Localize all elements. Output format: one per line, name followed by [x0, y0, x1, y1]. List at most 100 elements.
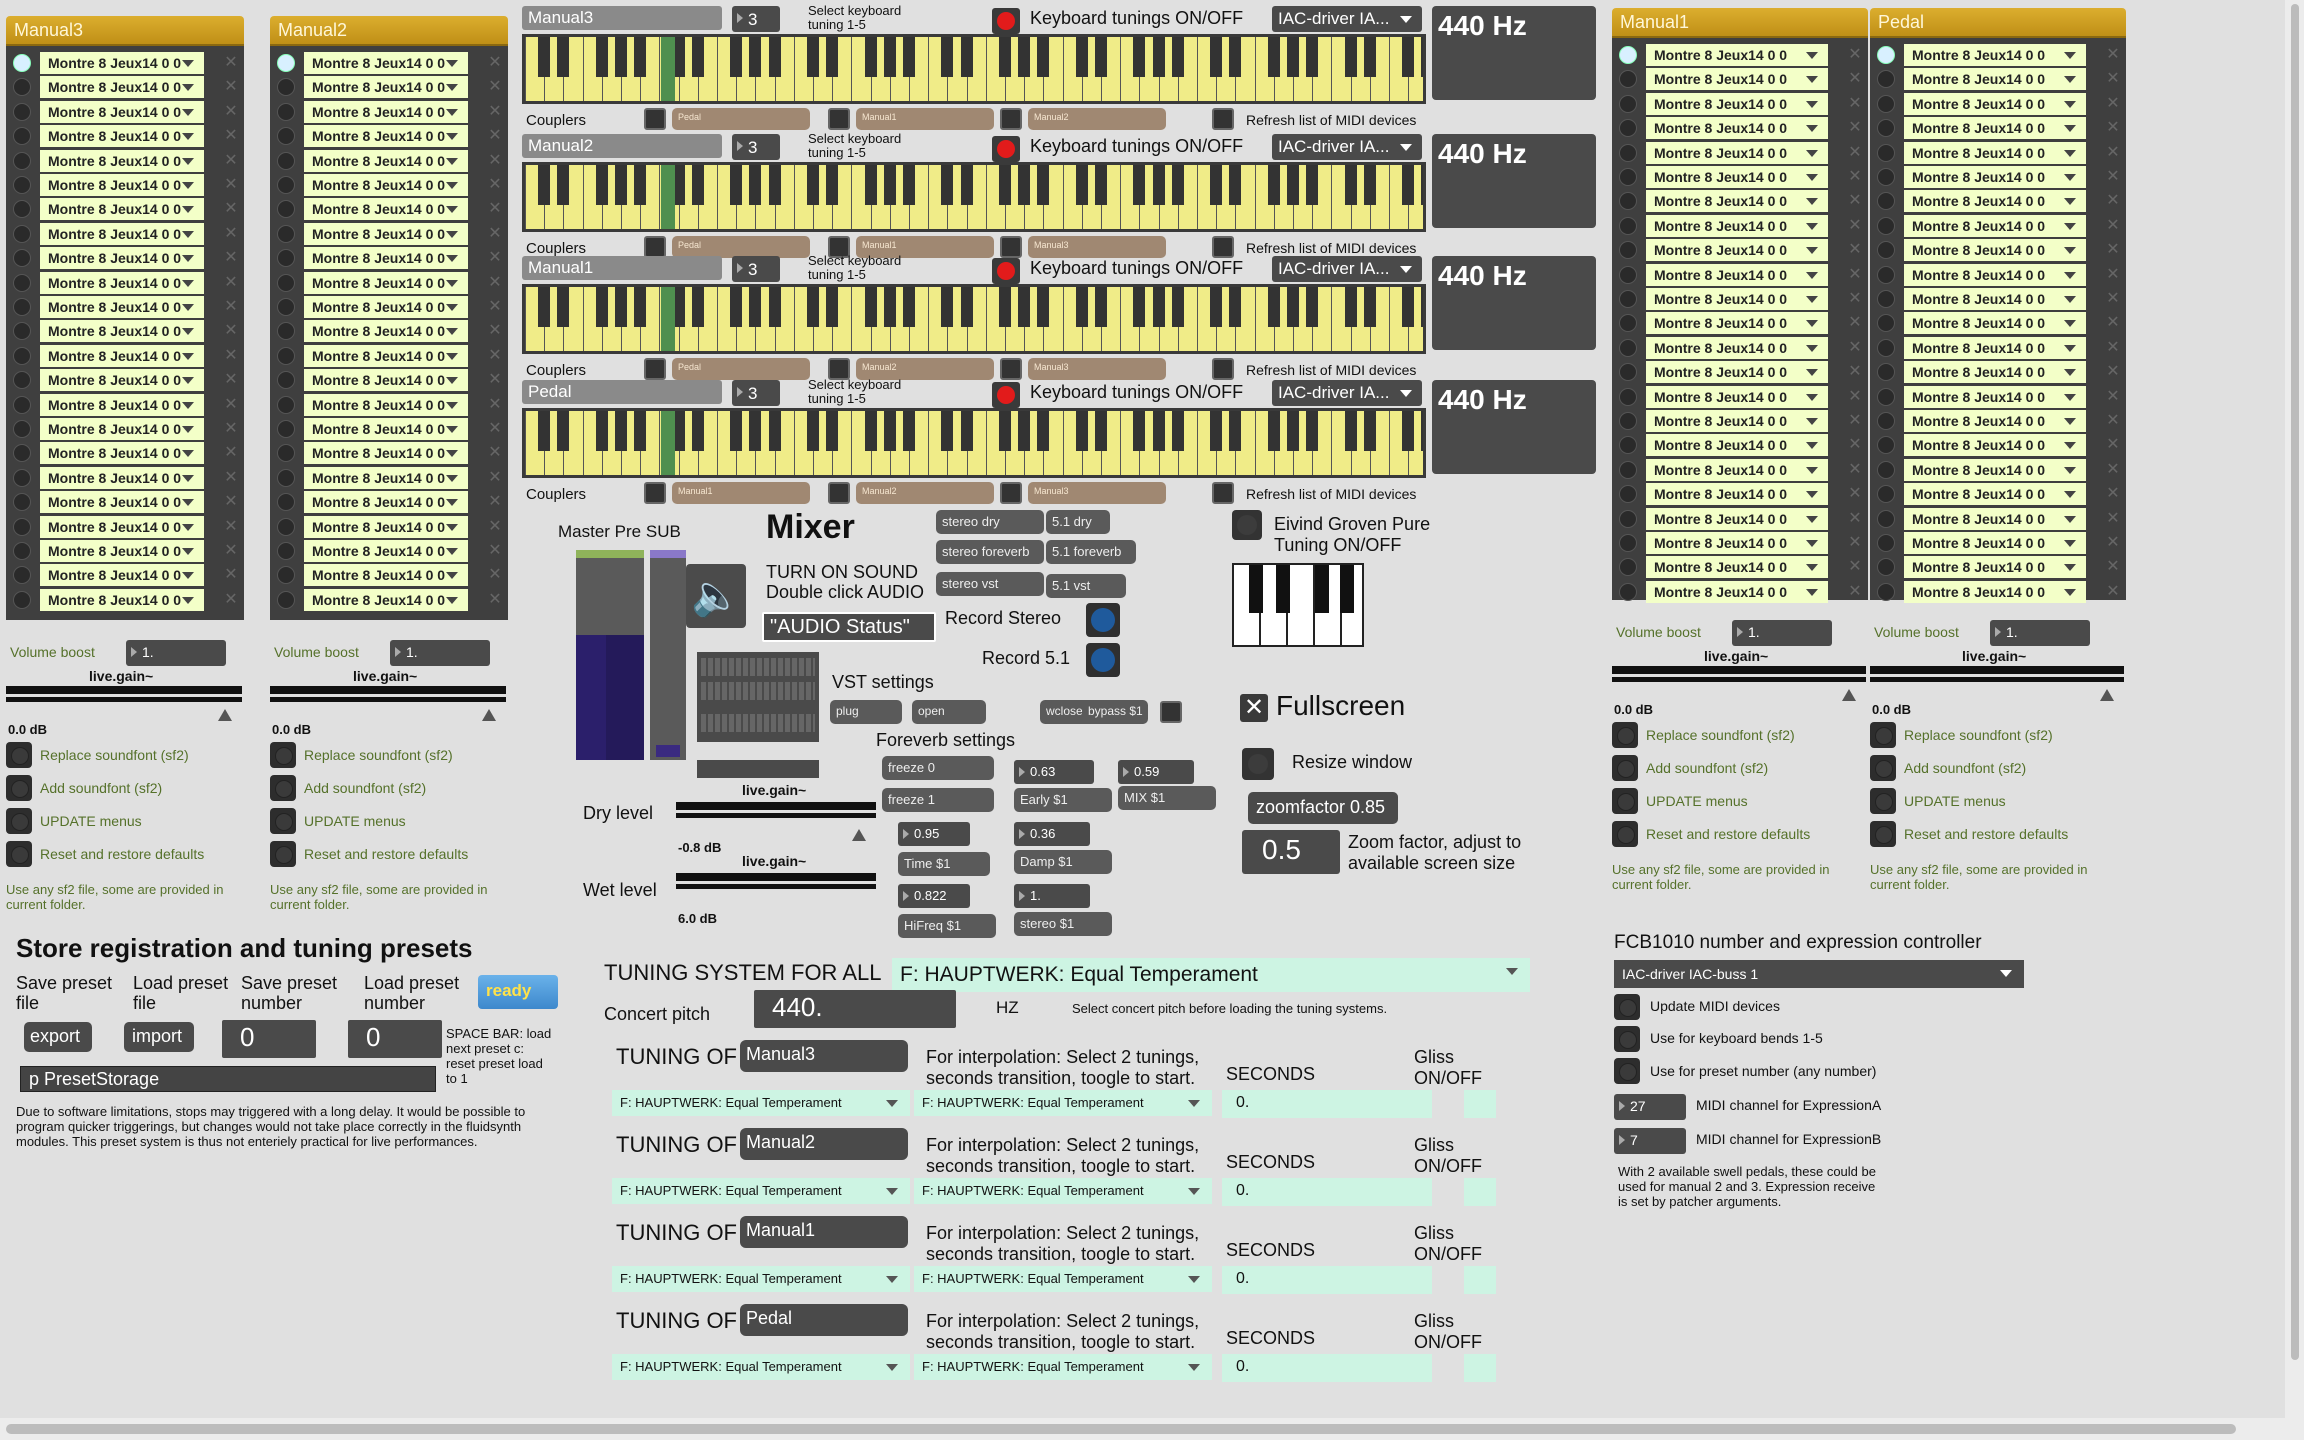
foreverb-value[interactable]: 1. — [1014, 884, 1090, 908]
close-icon[interactable]: ✕ — [222, 199, 240, 219]
close-icon[interactable]: ✕ — [486, 370, 504, 390]
preset-number-toggle[interactable] — [1614, 1058, 1640, 1084]
action-toggle[interactable] — [6, 742, 32, 768]
stop-dropdown[interactable]: Montre 8 Jeux14 0 0 — [1904, 239, 2086, 262]
stop-dropdown[interactable]: Montre 8 Jeux14 0 0 — [304, 247, 468, 270]
keyboard[interactable] — [522, 162, 1426, 232]
action-toggle[interactable] — [270, 841, 296, 867]
keyboard[interactable] — [522, 284, 1426, 354]
stop-dropdown[interactable]: Montre 8 Jeux14 0 0 — [304, 515, 468, 538]
stop-dropdown[interactable]: Montre 8 Jeux14 0 0 — [40, 247, 204, 270]
close-icon[interactable]: ✕ — [222, 395, 240, 415]
volume-boost-number[interactable]: 1. — [1990, 620, 2090, 646]
coupler-toggle[interactable] — [1000, 236, 1022, 258]
coupler-toggle[interactable] — [1000, 108, 1022, 130]
routing-button[interactable]: stereo vst — [936, 572, 1044, 596]
refresh-midi-toggle[interactable] — [1212, 236, 1234, 258]
stop-toggle[interactable] — [277, 566, 295, 585]
foreverb-value[interactable]: 0.95 — [898, 822, 970, 846]
close-icon[interactable]: ✕ — [486, 492, 504, 512]
stop-dropdown[interactable]: Montre 8 Jeux14 0 0 — [1904, 214, 2086, 237]
close-icon[interactable]: ✕ — [222, 248, 240, 268]
tuning-b-dropdown[interactable]: F: HAUPTWERK: Equal Temperament — [914, 1178, 1212, 1204]
stop-dropdown[interactable]: Montre 8 Jeux14 0 0 — [304, 344, 468, 367]
stop-dropdown[interactable]: Montre 8 Jeux14 0 0 — [304, 125, 468, 148]
stop-toggle[interactable] — [1877, 46, 1895, 64]
close-icon[interactable]: ✕ — [2104, 411, 2122, 431]
update-midi-toggle[interactable] — [1614, 994, 1640, 1020]
stop-toggle[interactable] — [1877, 509, 1895, 528]
stop-dropdown[interactable]: Montre 8 Jeux14 0 0 — [40, 418, 204, 440]
action-toggle[interactable] — [270, 808, 296, 834]
foreverb-value[interactable]: 0.59 — [1118, 760, 1194, 784]
stop-toggle[interactable] — [277, 127, 295, 146]
coupler-button[interactable]: Pedal — [672, 108, 810, 130]
close-icon[interactable]: ✕ — [2104, 191, 2122, 211]
stop-toggle[interactable] — [13, 346, 31, 365]
stop-toggle[interactable] — [277, 298, 295, 316]
coupler-toggle[interactable] — [828, 108, 850, 130]
stop-dropdown[interactable]: Montre 8 Jeux14 0 0 — [1904, 336, 2086, 359]
coupler-toggle[interactable] — [644, 108, 666, 130]
foreverb-button[interactable]: HiFreq $1 — [898, 914, 996, 938]
tunings-toggle[interactable] — [992, 8, 1020, 34]
close-icon[interactable]: ✕ — [1846, 167, 1864, 187]
stop-dropdown[interactable]: Montre 8 Jeux14 0 0 — [304, 76, 468, 99]
stop-toggle[interactable] — [1877, 338, 1895, 357]
stop-dropdown[interactable]: Montre 8 Jeux14 0 0 — [1904, 288, 2086, 310]
stop-toggle[interactable] — [277, 590, 295, 609]
close-icon[interactable]: ✕ — [2104, 45, 2122, 65]
close-icon[interactable]: ✕ — [1846, 484, 1864, 504]
stop-toggle[interactable] — [277, 249, 295, 268]
close-icon[interactable]: ✕ — [1846, 94, 1864, 114]
stop-dropdown[interactable]: Montre 8 Jeux14 0 0 — [304, 222, 468, 245]
tuning-a-dropdown[interactable]: F: HAUPTWERK: Equal Temperament — [612, 1266, 910, 1292]
action-toggle[interactable] — [1612, 788, 1638, 814]
stop-dropdown[interactable]: Montre 8 Jeux14 0 0 — [1646, 458, 1828, 481]
action-toggle[interactable] — [1870, 788, 1896, 814]
preset-storage[interactable]: p PresetStorage — [20, 1066, 436, 1092]
close-icon[interactable]: ✕ — [1846, 509, 1864, 529]
close-icon[interactable]: ✕ — [2104, 533, 2122, 553]
foreverb-button[interactable]: Damp $1 — [1014, 850, 1112, 874]
stop-toggle[interactable] — [13, 298, 31, 316]
export-button[interactable]: export — [24, 1022, 92, 1052]
close-icon[interactable]: ✕ — [2104, 69, 2122, 89]
stop-dropdown[interactable]: Montre 8 Jeux14 0 0 — [1646, 483, 1828, 506]
stop-dropdown[interactable]: Montre 8 Jeux14 0 0 — [1646, 385, 1828, 408]
stop-dropdown[interactable]: Montre 8 Jeux14 0 0 — [40, 125, 204, 148]
close-icon[interactable]: ✕ — [2104, 313, 2122, 333]
close-icon[interactable]: ✕ — [2104, 582, 2122, 602]
stop-dropdown[interactable]: Montre 8 Jeux14 0 0 — [1646, 239, 1828, 262]
coupler-toggle[interactable] — [644, 482, 666, 504]
stop-dropdown[interactable]: Montre 8 Jeux14 0 0 — [304, 466, 468, 489]
stop-toggle[interactable] — [1619, 582, 1637, 601]
action-toggle[interactable] — [1612, 755, 1638, 781]
stop-dropdown[interactable]: Montre 8 Jeux14 0 0 — [1646, 190, 1828, 213]
stop-dropdown[interactable]: Montre 8 Jeux14 0 0 — [1904, 312, 2086, 335]
zoomfactor-button[interactable]: zoomfactor 0.85 — [1248, 792, 1398, 824]
close-icon[interactable]: ✕ — [2104, 167, 2122, 187]
gliss-toggle[interactable] — [1464, 1090, 1496, 1118]
close-icon[interactable]: ✕ — [222, 419, 240, 439]
action-toggle[interactable] — [1870, 821, 1896, 847]
stop-dropdown[interactable]: Montre 8 Jeux14 0 0 — [1904, 458, 2086, 481]
stop-toggle[interactable] — [1877, 314, 1895, 333]
coupler-toggle[interactable] — [1000, 482, 1022, 504]
stop-toggle[interactable] — [1619, 338, 1637, 357]
stop-toggle[interactable] — [1877, 70, 1895, 89]
close-icon[interactable]: ✕ — [486, 297, 504, 317]
stop-toggle[interactable] — [1877, 143, 1895, 162]
refresh-midi-toggle[interactable] — [1212, 108, 1234, 130]
stop-dropdown[interactable]: Montre 8 Jeux14 0 0 — [1646, 68, 1828, 91]
tuning-number[interactable]: 3 — [732, 6, 780, 32]
close-icon[interactable]: ✕ — [2104, 289, 2122, 309]
stop-dropdown[interactable]: Montre 8 Jeux14 0 0 — [1904, 263, 2086, 286]
stop-toggle[interactable] — [1619, 290, 1637, 308]
close-icon[interactable]: ✕ — [2104, 338, 2122, 358]
stop-dropdown[interactable]: Montre 8 Jeux14 0 0 — [1646, 410, 1828, 432]
stop-toggle[interactable] — [277, 176, 295, 194]
stop-toggle[interactable] — [1619, 70, 1637, 89]
close-icon[interactable]: ✕ — [222, 224, 240, 244]
load-preset-number[interactable]: 0 — [348, 1020, 442, 1058]
